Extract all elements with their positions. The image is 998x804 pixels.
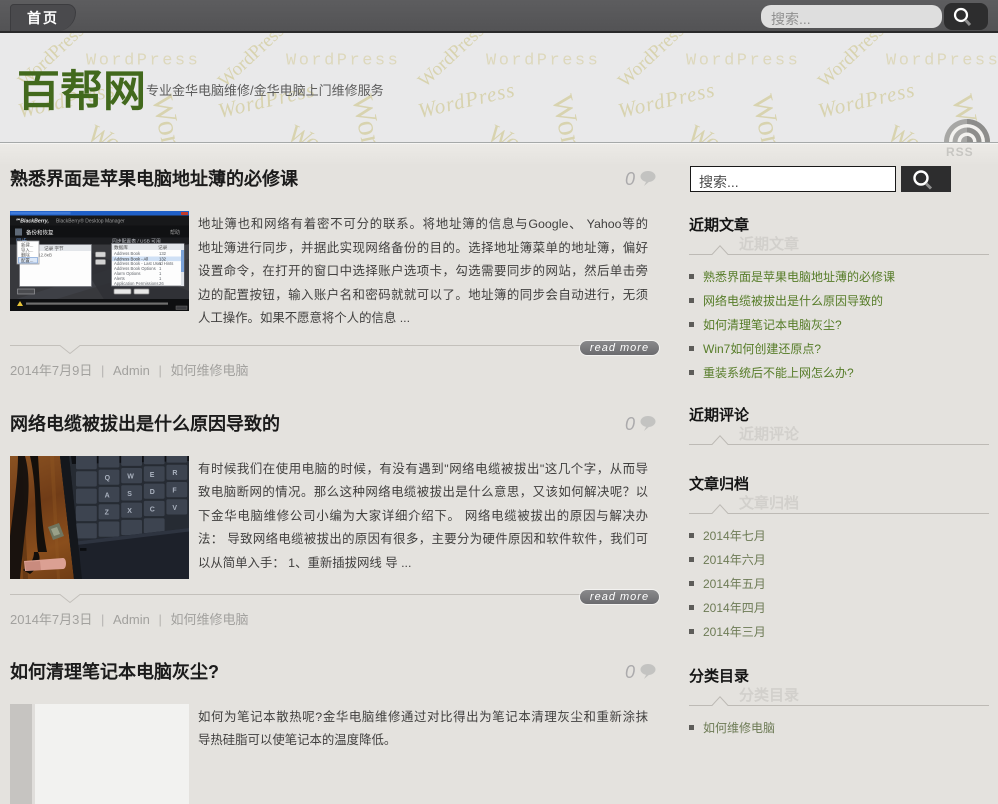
svg-text:C: C	[150, 506, 155, 513]
svg-text:E: E	[150, 471, 155, 478]
svg-text:W: W	[127, 473, 134, 480]
svg-text:S: S	[127, 490, 132, 497]
svg-text:帮助: 帮助	[170, 229, 180, 236]
svg-text:132: 132	[159, 256, 167, 261]
svg-text:BlackBerry® Desktop Manager: BlackBerry® Desktop Manager	[56, 218, 125, 225]
svg-text:26: 26	[159, 281, 164, 286]
svg-text:Q: Q	[105, 475, 111, 482]
svg-text:记录 字节: 记录 字节	[44, 245, 64, 252]
svg-text:Z: Z	[105, 509, 110, 516]
svg-text:V: V	[172, 504, 177, 511]
svg-text:X: X	[127, 508, 132, 515]
svg-text:F: F	[172, 487, 177, 494]
svg-text:132: 132	[159, 251, 167, 256]
svg-text:备份和恢复: 备份和恢复	[26, 229, 54, 237]
svg-text:D: D	[150, 489, 155, 496]
svg-text:Application Permissions: Application Permissions	[114, 281, 158, 286]
svg-text:数据库: 数据库	[114, 244, 128, 251]
svg-text:Address Book - All: Address Book - All	[114, 256, 148, 261]
svg-text:℠BlackBerry,: ℠BlackBerry,	[15, 219, 49, 225]
svg-text:Address Book: Address Book	[114, 251, 141, 256]
svg-text:R: R	[172, 470, 177, 477]
svg-text:A: A	[105, 492, 110, 499]
svg-text:记录: 记录	[158, 244, 168, 250]
